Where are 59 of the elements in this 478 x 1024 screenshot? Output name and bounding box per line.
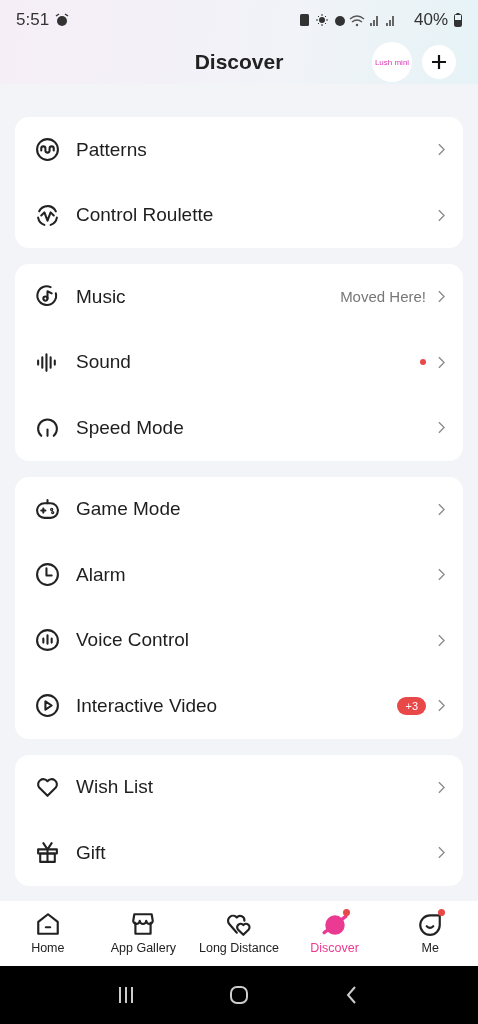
menu-item-label: Patterns	[76, 138, 148, 161]
store-icon	[130, 911, 157, 938]
home-button-icon[interactable]	[229, 985, 249, 1006]
count-badge: +3	[397, 696, 426, 715]
moved-note: Moved Here!	[340, 288, 426, 306]
device-button[interactable]: Lush mini	[372, 42, 412, 82]
menu-item[interactable]: Speed Mode	[15, 395, 463, 461]
menu-item-label: Sound	[76, 351, 132, 374]
menu-item-label: Music	[76, 285, 127, 308]
menu-item[interactable]: Gift	[15, 820, 463, 886]
add-button[interactable]	[422, 45, 456, 79]
menu-item[interactable]: Wish List	[15, 754, 463, 820]
chevron-right-icon	[438, 421, 445, 435]
plus-icon	[431, 54, 447, 70]
menu-item[interactable]: Sound	[15, 329, 463, 395]
tab[interactable]: Long Distance	[191, 900, 287, 967]
chevron-right-icon	[438, 355, 445, 369]
menu-item[interactable]: Music Moved Here!	[15, 264, 463, 330]
wave-icon	[35, 137, 60, 163]
menu-item-label: Voice Control	[76, 629, 190, 652]
roulette-icon	[35, 202, 60, 228]
menu-item-label: Alarm	[76, 563, 127, 586]
tab[interactable]: App Gallery	[95, 900, 192, 967]
chevron-right-icon	[438, 780, 445, 794]
voice-bubble-icon	[35, 627, 60, 653]
menu-item[interactable]: Voice Control	[15, 607, 463, 673]
chevron-right-icon	[438, 699, 445, 713]
menu-item-label: Interactive Video	[76, 694, 219, 717]
chevron-right-icon	[438, 208, 445, 222]
tab[interactable]: Me	[382, 900, 478, 967]
menu-item-label: Wish List	[76, 776, 155, 799]
menu-item-label: Game Mode	[76, 498, 182, 521]
home-icon	[34, 911, 61, 938]
clock-icon	[35, 562, 60, 588]
alarm-clock-icon	[55, 13, 70, 27]
tab[interactable]: Home	[0, 900, 96, 967]
smile-face-icon	[417, 911, 444, 938]
chevron-right-icon	[438, 290, 445, 304]
chevron-right-icon	[438, 143, 445, 157]
menu-item[interactable]: Interactive Video +3	[15, 673, 463, 739]
menu-item-label: Speed Mode	[76, 416, 185, 439]
menu-item[interactable]: Alarm	[15, 542, 463, 608]
menu-item[interactable]: Patterns	[15, 117, 463, 183]
tab[interactable]: Discover	[286, 900, 383, 967]
menu-item-label: Gift	[76, 841, 107, 864]
menu-item[interactable]: Game Mode	[15, 476, 463, 542]
page-title: Discover	[194, 50, 284, 74]
status-time: 5:51	[16, 10, 50, 30]
battery-percent: 40%	[413, 10, 448, 30]
gamepad-icon	[35, 496, 60, 522]
chevron-right-icon	[438, 633, 445, 647]
gift-icon	[35, 840, 60, 866]
battery-icon	[454, 13, 462, 27]
chevron-right-icon	[438, 502, 445, 516]
chevron-right-icon	[438, 568, 445, 582]
menu-item-label: Control Roulette	[76, 204, 215, 227]
chevron-right-icon	[438, 846, 445, 860]
menu-item[interactable]: Control Roulette	[15, 182, 463, 248]
play-icon	[35, 693, 60, 719]
